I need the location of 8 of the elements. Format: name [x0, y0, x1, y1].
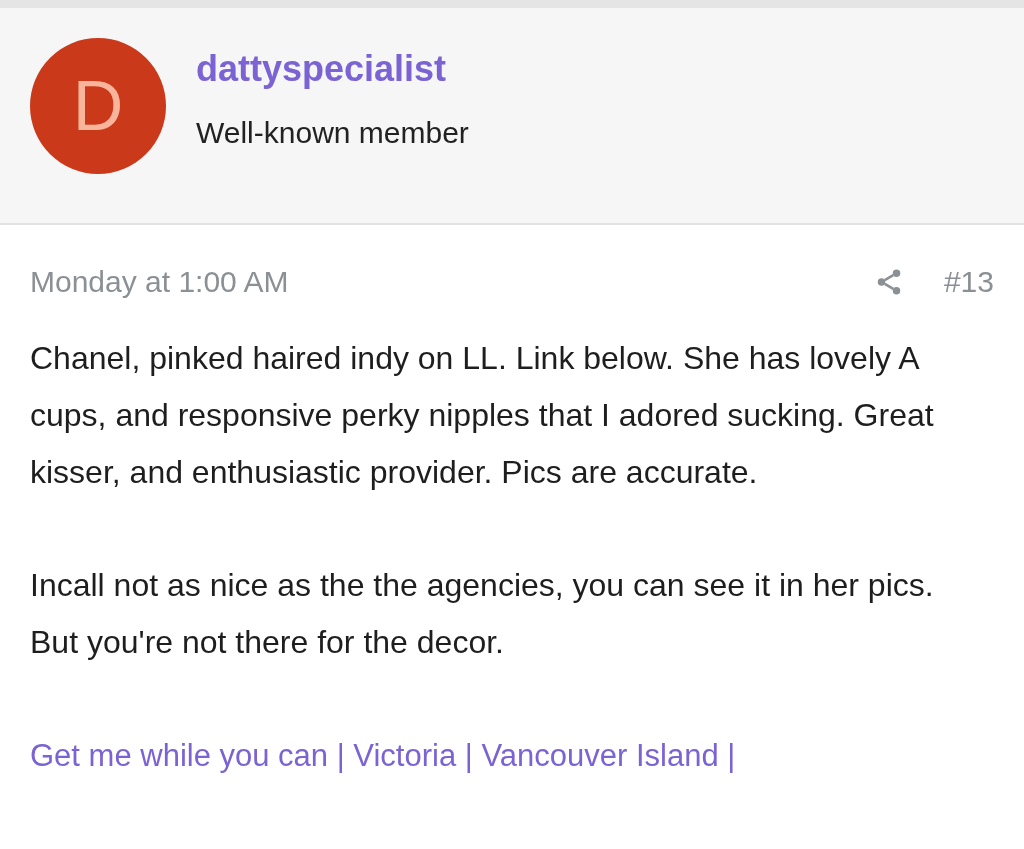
post-date[interactable]: Monday at 1:00 AM	[30, 259, 289, 304]
post-paragraph: Chanel, pinked haired indy on LL. Link below. She has lovely A cups, and responsive perky nipples that I adored sucking. Great kisser, and enthusiastic provider. Pics are accurate.	[30, 339, 935, 492]
username-link[interactable]: dattyspecialist	[196, 42, 469, 96]
post-number[interactable]: #13	[943, 259, 994, 304]
avatar[interactable]: D	[30, 38, 166, 174]
member-role: Well-known member	[196, 115, 469, 151]
profile-link[interactable]: Get me while you can | Victoria | Vancouver Island |	[30, 727, 974, 784]
post-paragraph: Incall not as nice as the the agencies, you can see it in her pics. But you're not there for the decor.	[30, 566, 935, 662]
